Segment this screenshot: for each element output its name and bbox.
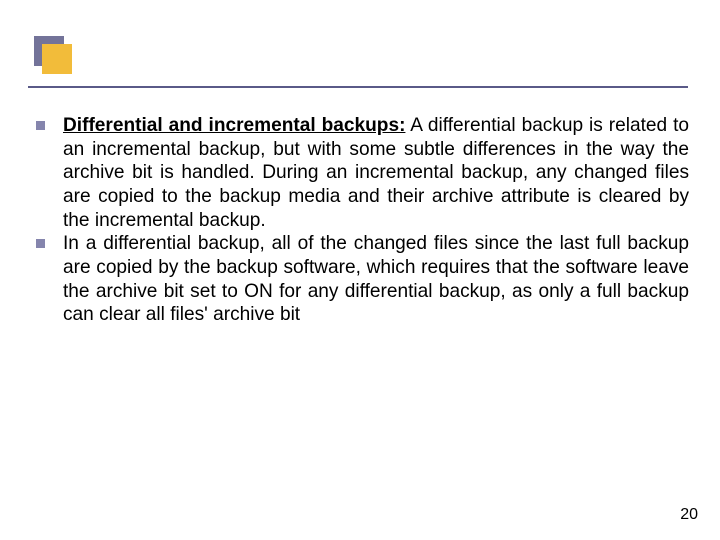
content-area: Differential and incremental backups: A …: [36, 114, 689, 327]
paragraph-1: Differential and incremental backups: A …: [63, 114, 689, 232]
square-bullet-icon: [36, 121, 45, 130]
title-underline: [28, 86, 688, 88]
paragraph-2-body: In a differential backup, all of the cha…: [63, 233, 689, 325]
square-bullet-icon: [36, 239, 45, 248]
paragraph-2: In a differential backup, all of the cha…: [63, 232, 689, 327]
page-number: 20: [680, 506, 698, 524]
slide-logo: [34, 36, 72, 74]
bullet-row-1: Differential and incremental backups: A …: [36, 114, 689, 232]
logo-front-square: [42, 44, 72, 74]
paragraph-1-heading: Differential and incremental backups:: [63, 115, 405, 136]
bullet-row-2: In a differential backup, all of the cha…: [36, 232, 689, 327]
slide: Differential and incremental backups: A …: [0, 0, 720, 540]
